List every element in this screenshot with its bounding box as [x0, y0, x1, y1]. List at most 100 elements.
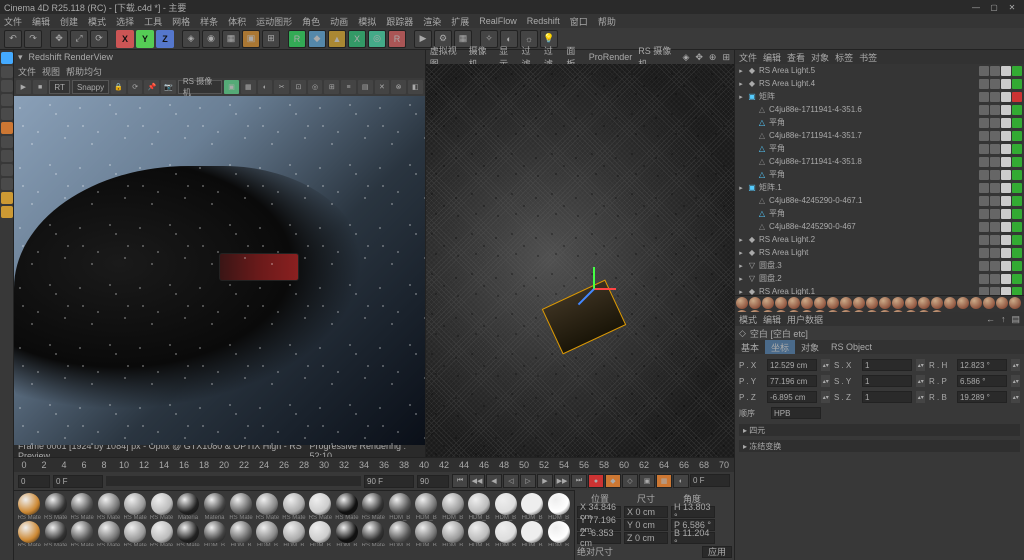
material-slot[interactable]: RS Mate	[334, 493, 360, 521]
nav-back-icon[interactable]: ←	[986, 314, 995, 324]
texture-tag[interactable]	[970, 297, 982, 309]
texture-tag[interactable]	[944, 297, 956, 309]
object-tag[interactable]	[1012, 144, 1022, 154]
tool-btn[interactable]: ◎	[368, 30, 386, 48]
menu-item[interactable]: Redshift	[527, 16, 560, 26]
object-tag[interactable]	[990, 183, 1000, 193]
spinner[interactable]: ▴▾	[916, 391, 925, 403]
menu-item[interactable]: 窗口	[570, 15, 588, 28]
attr-field[interactable]: 19.289 °	[957, 391, 1007, 403]
object-tag[interactable]	[990, 235, 1000, 245]
stop-icon[interactable]: ■	[33, 80, 48, 94]
nav-fwd-icon[interactable]: ↑	[1001, 314, 1006, 324]
spinner[interactable]: ▴▾	[1011, 375, 1020, 387]
object-tag[interactable]	[1001, 144, 1011, 154]
texture-tag[interactable]	[749, 297, 761, 309]
object-tag[interactable]	[990, 222, 1000, 232]
snappy-dropdown[interactable]: Snappy	[72, 80, 109, 94]
attr-section-header[interactable]: ▸ 四元	[739, 424, 1020, 436]
menu-item[interactable]: 动画	[330, 15, 348, 28]
minimize-button[interactable]: —	[968, 1, 984, 13]
end-frame-f[interactable]: 90 F	[364, 475, 414, 488]
object-row[interactable]: △C4ju88e-4245290-0-467	[735, 220, 1024, 233]
tool-btn[interactable]: ◉	[202, 30, 220, 48]
object-tag[interactable]	[1001, 274, 1011, 284]
object-tag[interactable]	[1001, 196, 1011, 206]
object-tag[interactable]	[990, 170, 1000, 180]
material-slot[interactable]: RS Mate	[95, 521, 121, 546]
menu-item[interactable]: 跟踪器	[386, 15, 413, 28]
object-tag[interactable]	[1001, 79, 1011, 89]
object-row[interactable]: ▸▣矩阵	[735, 90, 1024, 103]
tool-icon[interactable]: ⊞	[324, 80, 339, 94]
object-tag[interactable]	[1001, 235, 1011, 245]
timeline-ruler[interactable]: 0246810121416182022242628303234363840424…	[14, 458, 734, 472]
object-tag[interactable]	[990, 66, 1000, 76]
tool-btn[interactable]: ◆	[308, 30, 326, 48]
undo-button[interactable]: ↶	[4, 30, 22, 48]
material-slot[interactable]: HDM_B	[545, 521, 571, 546]
menu-item[interactable]: 选择	[116, 15, 134, 28]
texture-tag[interactable]	[762, 297, 774, 309]
object-tag[interactable]	[990, 196, 1000, 206]
material-slot[interactable]: HDM_B	[413, 521, 439, 546]
object-tag[interactable]	[1012, 92, 1022, 102]
chevron-down-icon[interactable]: ▾	[18, 52, 23, 63]
spinner[interactable]: ▴▾	[916, 375, 925, 387]
realflow-btn[interactable]: R	[288, 30, 306, 48]
texture-tag[interactable]	[905, 297, 917, 309]
texture-tag[interactable]	[788, 297, 800, 309]
mode-texture[interactable]	[1, 136, 13, 148]
redshift-btn[interactable]: R	[388, 30, 406, 48]
object-tag[interactable]	[979, 209, 989, 219]
tool-icon[interactable]: ✕	[375, 80, 390, 94]
material-slot[interactable]: RS Mate	[122, 493, 148, 521]
object-tag[interactable]	[1012, 105, 1022, 115]
viewport-nav-icon[interactable]: ⊕	[709, 52, 717, 63]
object-row[interactable]: △C4ju88e-4245290-0-467.1	[735, 194, 1024, 207]
move-tool[interactable]: ✥	[50, 30, 68, 48]
attr-subtab[interactable]: RS Object	[825, 340, 878, 354]
start-frame[interactable]: 0	[18, 475, 50, 488]
object-row[interactable]: △平角	[735, 207, 1024, 220]
obj-tab[interactable]: 标签	[835, 51, 853, 64]
start-frame-f[interactable]: 0 F	[53, 475, 103, 488]
object-tag[interactable]	[1012, 196, 1022, 206]
key-button[interactable]: ▦	[656, 474, 672, 488]
texture-tag[interactable]	[996, 297, 1008, 309]
material-slot[interactable]: RS Mate	[175, 521, 201, 546]
camera-icon[interactable]: 📷	[161, 80, 176, 94]
menu-item[interactable]: 角色	[302, 15, 320, 28]
spinner[interactable]: ▴▾	[821, 359, 830, 371]
object-tag[interactable]	[1001, 131, 1011, 141]
object-row[interactable]: △平角	[735, 116, 1024, 129]
menu-item[interactable]: 模式	[88, 15, 106, 28]
object-row[interactable]: ▸▽圆盘.3	[735, 259, 1024, 272]
goto-start-button[interactable]: ⏮	[452, 474, 468, 488]
object-tag[interactable]	[990, 209, 1000, 219]
obj-tab[interactable]: 文件	[739, 51, 757, 64]
texture-tag[interactable]	[892, 297, 904, 309]
object-row[interactable]: △平角	[735, 168, 1024, 181]
axis-z-button[interactable]: Z	[156, 30, 174, 48]
texture-tag[interactable]	[827, 297, 839, 309]
object-tag[interactable]	[1012, 261, 1022, 271]
lock-icon[interactable]: 🔒	[111, 80, 126, 94]
texture-tag[interactable]	[957, 297, 969, 309]
material-slot[interactable]: HDM_B	[254, 521, 280, 546]
texture-tag[interactable]	[801, 297, 813, 309]
object-tag[interactable]	[979, 157, 989, 167]
object-row[interactable]: ▸▽圆盘.2	[735, 272, 1024, 285]
attr-field[interactable]: -6.895 cm	[767, 391, 817, 403]
object-tag[interactable]	[979, 118, 989, 128]
object-tag[interactable]	[1012, 66, 1022, 76]
object-tag[interactable]	[979, 170, 989, 180]
material-slot[interactable]: HDM_B	[492, 493, 518, 521]
menu-item[interactable]: 网格	[172, 15, 190, 28]
material-slot[interactable]: HDM_B	[387, 493, 413, 521]
object-tag[interactable]	[979, 144, 989, 154]
object-tag[interactable]	[990, 274, 1000, 284]
menu-item[interactable]: 渲染	[423, 15, 441, 28]
object-tag[interactable]	[990, 79, 1000, 89]
grid-icon[interactable]: ▦	[241, 80, 256, 94]
